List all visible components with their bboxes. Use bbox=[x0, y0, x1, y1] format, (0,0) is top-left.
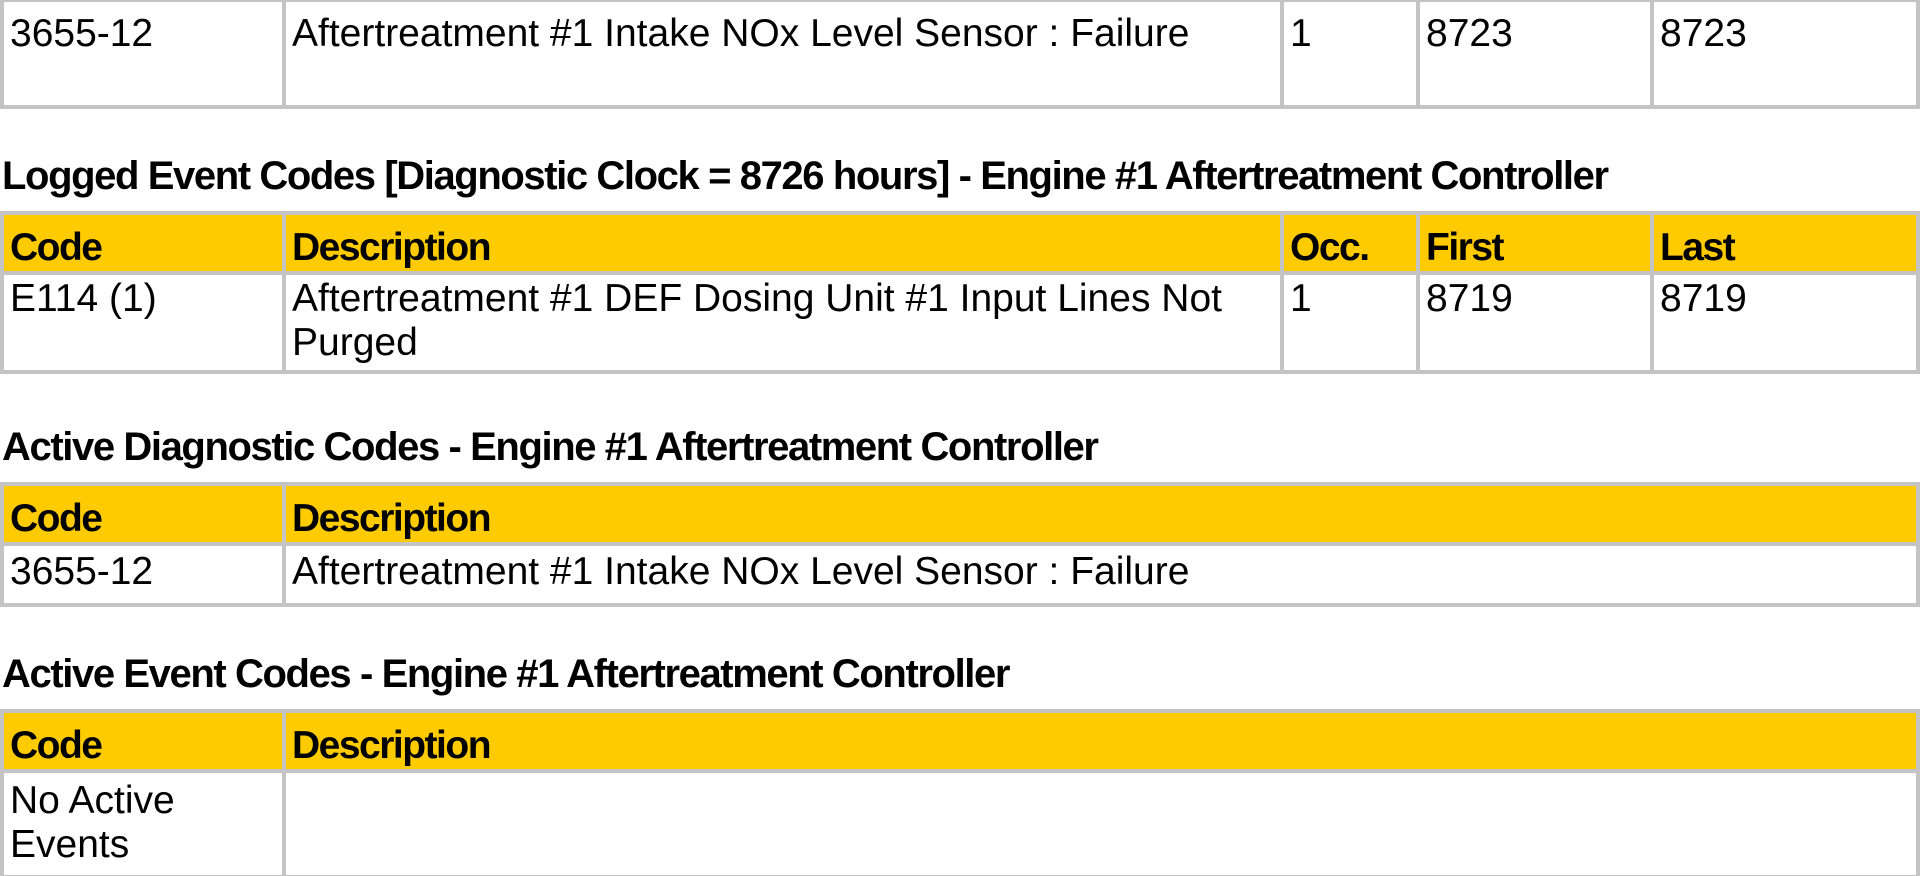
description-cell: Aftertreatment #1 Intake NOx Level Senso… bbox=[282, 542, 1920, 607]
previous-codes-table: 3655-12 Aftertreatment #1 Intake NOx Lev… bbox=[0, 0, 1920, 109]
table-header-row: Code Description Occ. First Last bbox=[0, 211, 1920, 275]
table-header-row: Code Description bbox=[0, 709, 1920, 773]
column-header-first: First bbox=[1416, 211, 1654, 275]
active-event-codes-table: Code Description No Active Events bbox=[0, 709, 1920, 876]
first-hour-cell: 8719 bbox=[1416, 271, 1654, 374]
first-hour-cell: 8723 bbox=[1416, 0, 1654, 109]
column-header-description: Description bbox=[282, 709, 1920, 773]
table-header-row: Code Description bbox=[0, 482, 1920, 546]
last-hour-cell: 8719 bbox=[1650, 271, 1920, 374]
description-cell: Aftertreatment #1 Intake NOx Level Senso… bbox=[282, 0, 1284, 109]
column-header-code: Code bbox=[0, 482, 286, 546]
column-header-description: Description bbox=[282, 211, 1284, 275]
diagnostic-report-page: 3655-12 Aftertreatment #1 Intake NOx Lev… bbox=[0, 0, 1920, 876]
code-cell: No Active Events bbox=[0, 769, 286, 876]
table-row: No Active Events bbox=[0, 769, 1920, 876]
active-diagnostic-codes-table: Code Description 3655-12 Aftertreatment … bbox=[0, 482, 1920, 607]
occurrence-cell: 1 bbox=[1280, 271, 1420, 374]
column-header-code: Code bbox=[0, 709, 286, 773]
description-cell bbox=[282, 769, 1920, 876]
occurrence-cell: 1 bbox=[1280, 0, 1420, 109]
code-cell: E114 (1) bbox=[0, 271, 286, 374]
code-cell: 3655-12 bbox=[0, 0, 286, 109]
active-event-codes-heading: Active Event Codes - Engine #1 Aftertrea… bbox=[2, 652, 1010, 696]
column-header-code: Code bbox=[0, 211, 286, 275]
table-row: 3655-12 Aftertreatment #1 Intake NOx Lev… bbox=[0, 542, 1920, 607]
logged-event-codes-table: Code Description Occ. First Last E114 (1… bbox=[0, 211, 1920, 374]
logged-event-codes-heading: Logged Event Codes [Diagnostic Clock = 8… bbox=[2, 154, 1609, 198]
table-row: E114 (1) Aftertreatment #1 DEF Dosing Un… bbox=[0, 271, 1920, 374]
code-cell: 3655-12 bbox=[0, 542, 286, 607]
active-diagnostic-codes-heading: Active Diagnostic Codes - Engine #1 Afte… bbox=[2, 425, 1099, 469]
column-header-occ: Occ. bbox=[1280, 211, 1420, 275]
table-row: 3655-12 Aftertreatment #1 Intake NOx Lev… bbox=[0, 0, 1920, 109]
column-header-last: Last bbox=[1650, 211, 1920, 275]
description-cell: Aftertreatment #1 DEF Dosing Unit #1 Inp… bbox=[282, 271, 1284, 374]
last-hour-cell: 8723 bbox=[1650, 0, 1920, 109]
column-header-description: Description bbox=[282, 482, 1920, 546]
